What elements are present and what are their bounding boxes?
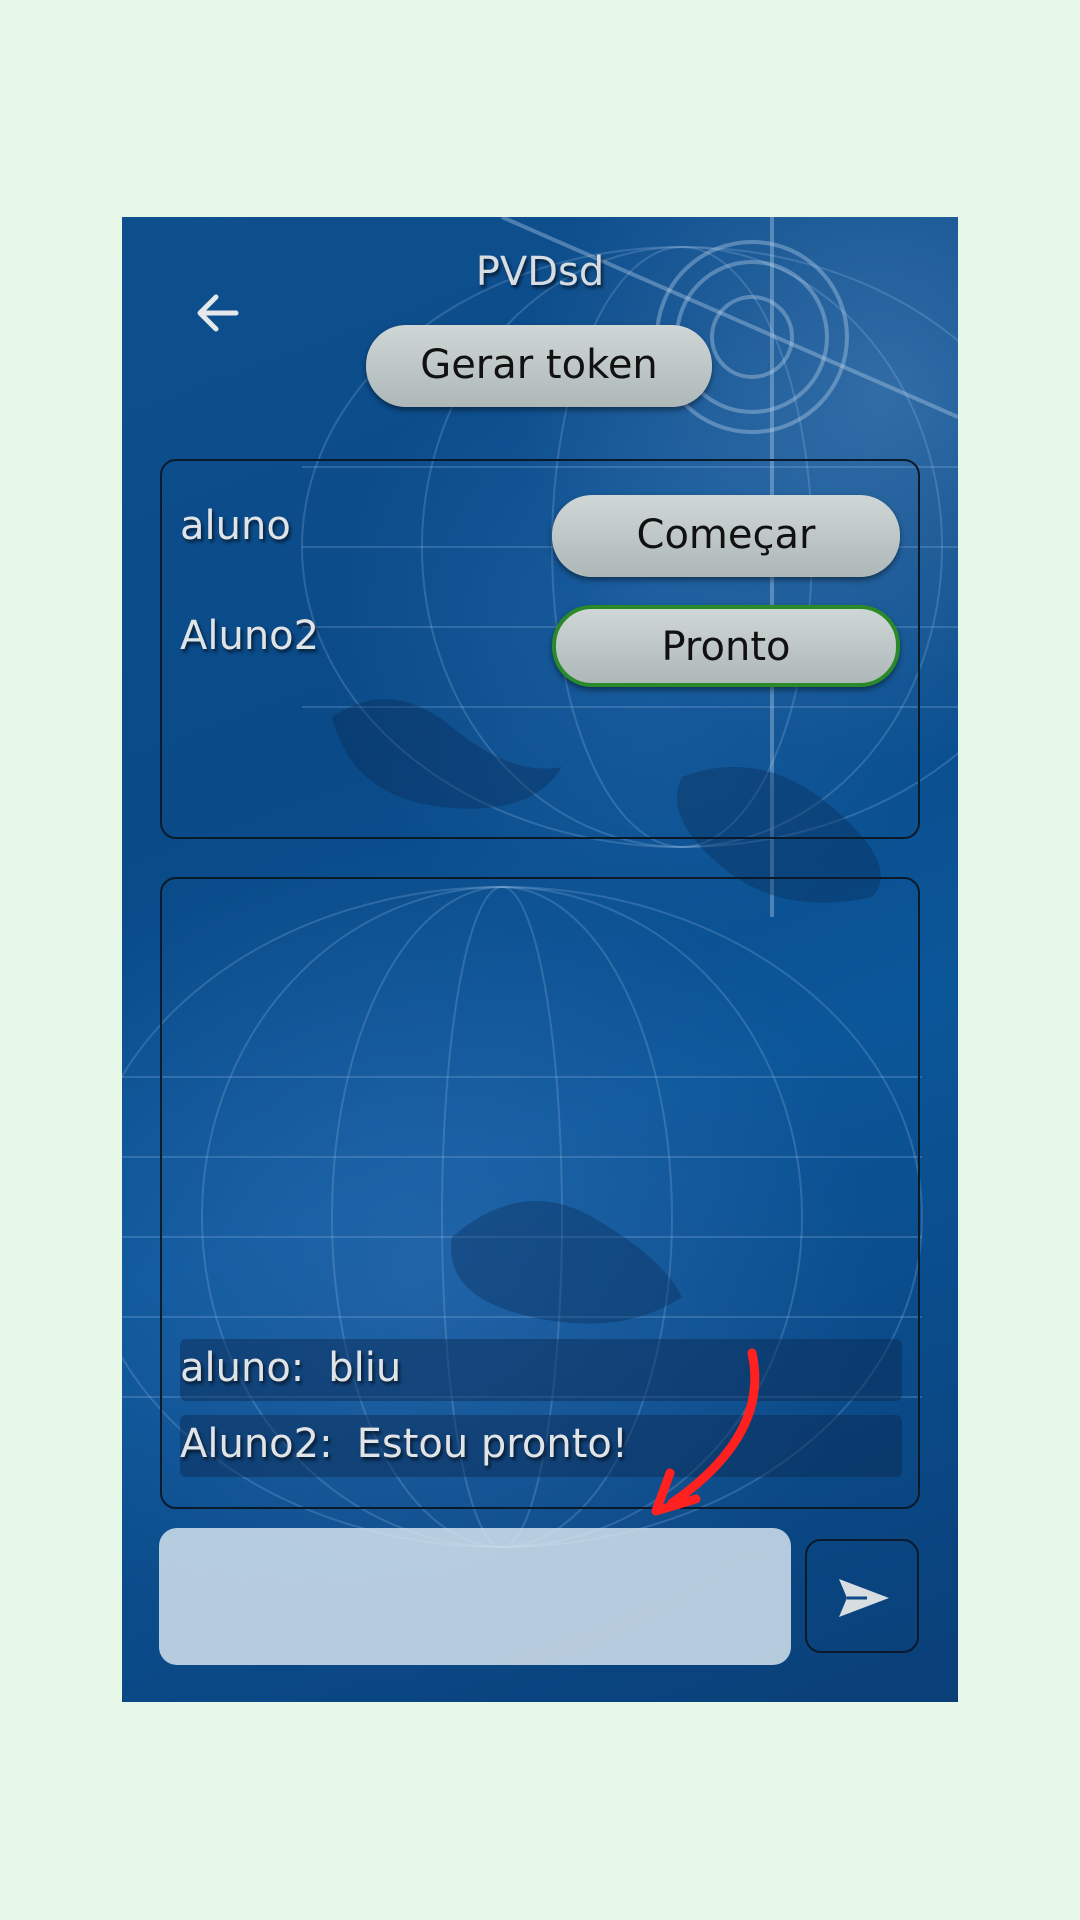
players-panel: aluno Começar Aluno2 Pronto <box>160 459 920 839</box>
page-title: PVDsd <box>475 249 605 295</box>
send-button[interactable] <box>805 1539 919 1653</box>
message-sender: Aluno2: <box>180 1421 333 1467</box>
ready-button[interactable]: Pronto <box>552 605 900 687</box>
message-text: Estou pronto! <box>356 1421 628 1467</box>
player-name: aluno <box>180 503 291 549</box>
send-icon <box>839 1579 889 1617</box>
player-name: Aluno2 <box>180 613 320 659</box>
chat-panel: aluno: bliu Aluno2: Estou pronto! <box>160 877 920 1509</box>
arrow-left-icon <box>197 294 239 332</box>
message-text: bliu <box>328 1345 402 1391</box>
message-input[interactable] <box>159 1528 791 1665</box>
chat-message: Aluno2: Estou pronto! <box>180 1415 902 1477</box>
start-button[interactable]: Começar <box>552 495 900 577</box>
message-sender: aluno: <box>180 1345 305 1391</box>
generate-token-button[interactable]: Gerar token <box>366 325 712 407</box>
back-button[interactable] <box>190 285 246 341</box>
app-screen: PVDsd Gerar token aluno Começar Aluno2 P… <box>122 217 958 1702</box>
chat-message: aluno: bliu <box>180 1339 902 1401</box>
